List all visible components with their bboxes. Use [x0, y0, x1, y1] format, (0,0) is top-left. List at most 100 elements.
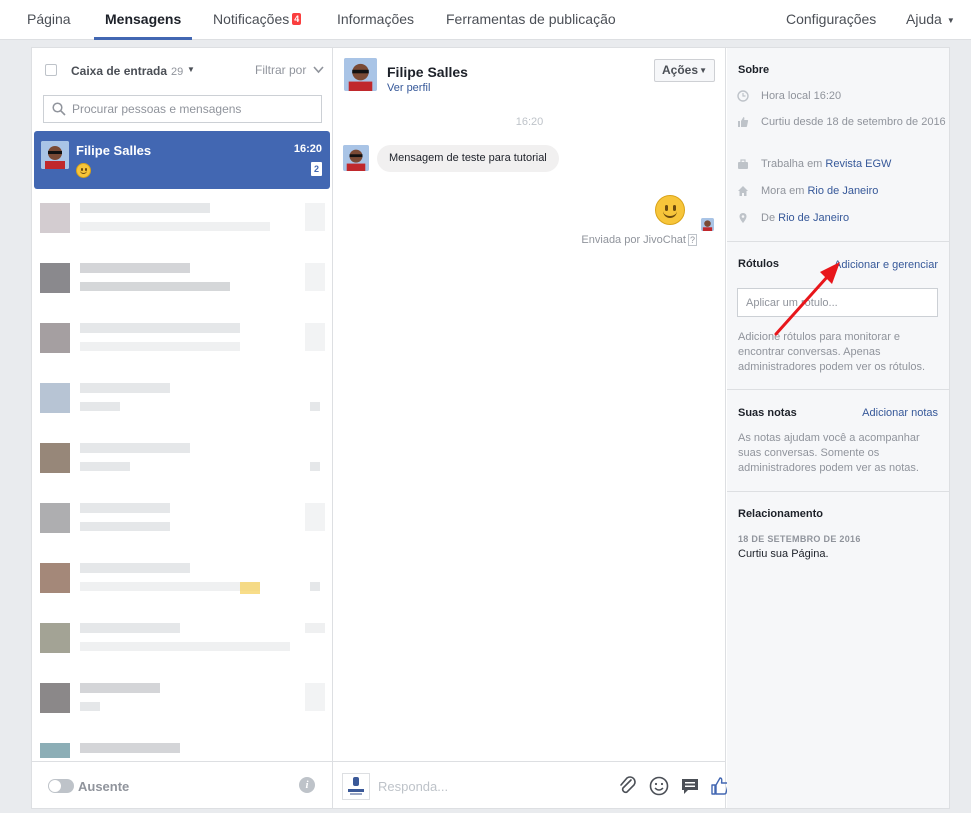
add-notes-link[interactable]: Adicionar notas — [862, 407, 938, 419]
inbox-dropdown[interactable]: Caixa de entrada 29 — [71, 64, 183, 78]
nav-tab-notificacoes[interactable]: Notificações 4 — [213, 0, 302, 40]
avatar[interactable] — [344, 58, 377, 91]
select-all-checkbox[interactable] — [45, 64, 57, 76]
clock-icon — [737, 90, 749, 102]
help-icon[interactable]: ? — [687, 234, 697, 246]
conversation-header: Filipe Salles Ver perfil Ações ▼ — [333, 48, 726, 104]
conversation-item-active[interactable]: Filipe Salles 16:20 2 — [34, 131, 330, 189]
sent-by-text: Enviada por JivoChat — [581, 234, 686, 246]
inbox-panel: Caixa de entrada29 ▼ Filtrar por Filipe … — [31, 47, 950, 809]
caret-down-icon[interactable]: ▼ — [187, 65, 195, 74]
avatar — [343, 145, 369, 171]
conversation-column: Filipe Salles Ver perfil Ações ▼ 16:20 Me… — [333, 48, 729, 808]
conversation-list-column: Caixa de entrada29 ▼ Filtrar por Filipe … — [32, 48, 333, 808]
inbox-footer: Ausente i — [32, 761, 332, 808]
list-item[interactable] — [40, 318, 330, 378]
actions-button[interactable]: Ações ▼ — [654, 59, 715, 82]
list-item[interactable] — [40, 438, 330, 498]
list-item[interactable] — [40, 198, 330, 258]
relationship-title: Relacionamento — [738, 508, 823, 520]
divider — [727, 389, 949, 390]
location-pin-icon — [739, 213, 747, 223]
briefcase-icon — [738, 159, 748, 169]
nav-tab-label: Informações — [337, 11, 415, 27]
nav-tab-label: Ferramentas de publicação — [446, 11, 616, 27]
nav-tab-pagina[interactable]: Página — [27, 0, 71, 40]
conversation-time: 16:20 — [293, 143, 322, 155]
nav-tab-mensagens[interactable]: Mensagens — [94, 0, 193, 40]
from-prefix: De — [761, 212, 776, 224]
nav-tab-informacoes[interactable]: Informações — [337, 0, 414, 40]
list-item[interactable] — [40, 618, 330, 678]
filter-label: Filtrar por — [255, 63, 307, 77]
smiley-icon — [655, 195, 685, 225]
outgoing-message — [642, 188, 698, 234]
caret-down-icon: ▼ — [699, 66, 707, 75]
info-icon[interactable]: i — [299, 777, 315, 793]
divider — [727, 491, 949, 492]
top-navigation: Página Mensagens Notificações 4 Informaçõ… — [0, 0, 971, 40]
search-box — [43, 95, 322, 123]
list-item[interactable] — [40, 738, 330, 758]
notes-title: Suas notas — [738, 407, 797, 419]
unread-count-badge: 2 — [311, 162, 322, 176]
nav-tab-label: Página — [27, 11, 71, 27]
page-avatar — [342, 773, 370, 800]
works-prefix: Trabalha em — [761, 158, 823, 170]
from-link[interactable]: Rio de Janeiro — [778, 212, 849, 224]
avatar — [41, 141, 69, 169]
list-item[interactable] — [40, 498, 330, 558]
divider — [727, 241, 949, 242]
notification-badge: 4 — [292, 13, 302, 25]
smiley-icon — [76, 163, 91, 178]
list-item[interactable] — [40, 378, 330, 438]
view-profile-link[interactable]: Ver perfil — [387, 82, 430, 94]
nav-settings-label: Configurações — [786, 11, 877, 27]
sent-by-label: Enviada por JivoChat? — [581, 234, 697, 246]
liked-since-text: Curtiu desde 18 de setembro de 2016 — [761, 116, 946, 128]
list-item[interactable] — [40, 558, 330, 618]
message-timestamp: 16:20 — [515, 116, 544, 128]
list-item[interactable] — [40, 678, 330, 738]
conversation-title: Filipe Salles — [387, 64, 468, 80]
notes-description: As notas ajudam você a acompanhar suas c… — [738, 432, 920, 474]
list-item[interactable] — [40, 258, 330, 318]
inbox-count: 29 — [171, 66, 184, 78]
nav-settings[interactable]: Configurações — [786, 0, 876, 40]
actions-label: Ações — [662, 63, 699, 77]
nav-tab-label: Notificações — [213, 11, 290, 27]
about-title: Sobre — [738, 64, 770, 76]
local-time-text: Hora local 16:20 — [761, 90, 842, 102]
nav-help-label: Ajuda — [906, 11, 942, 27]
inbox-label: Caixa de entrada — [71, 64, 168, 78]
caret-down-icon: ▼ — [946, 16, 955, 25]
red-arrow-annotation — [774, 262, 840, 336]
like-icon — [738, 117, 749, 127]
relationship-date: 18 DE SETEMBRO DE 2016 — [738, 534, 861, 544]
blurred-conversation-list — [40, 198, 330, 758]
nav-tab-label: Mensagens — [105, 11, 182, 27]
inbox-header: Caixa de entrada 29 ▼ Filtrar por — [32, 48, 332, 92]
chevron-down-icon — [313, 66, 324, 74]
away-toggle[interactable] — [48, 779, 74, 793]
relationship-text: Curtiu sua Página. — [738, 548, 829, 560]
conversation-name: Filipe Salles — [76, 143, 152, 158]
nav-help[interactable]: Ajuda ▼ — [906, 0, 955, 40]
emoji-icon[interactable] — [648, 775, 670, 797]
search-input[interactable] — [72, 100, 317, 118]
home-icon — [738, 186, 748, 196]
lives-prefix: Mora em — [761, 185, 805, 197]
avatar — [701, 218, 714, 231]
paperclip-icon[interactable] — [617, 775, 639, 797]
incoming-message: Mensagem de teste para tutorial — [377, 145, 559, 172]
works-link[interactable]: Revista EGW — [825, 158, 891, 170]
liked-since-row: Curtiu desde 18 de setembro de 2016 — [737, 115, 946, 147]
away-label: Ausente — [78, 779, 130, 794]
lives-link[interactable]: Rio de Janeiro — [807, 185, 878, 197]
details-sidebar: Sobre Hora local 16:20 Curtiu desde 18 d… — [727, 48, 949, 808]
saved-replies-icon[interactable] — [679, 775, 701, 797]
reply-bar — [333, 761, 729, 808]
nav-tab-ferramentas[interactable]: Ferramentas de publicação — [446, 0, 616, 40]
reply-input[interactable] — [378, 776, 598, 796]
filter-dropdown[interactable]: Filtrar por — [255, 63, 324, 77]
